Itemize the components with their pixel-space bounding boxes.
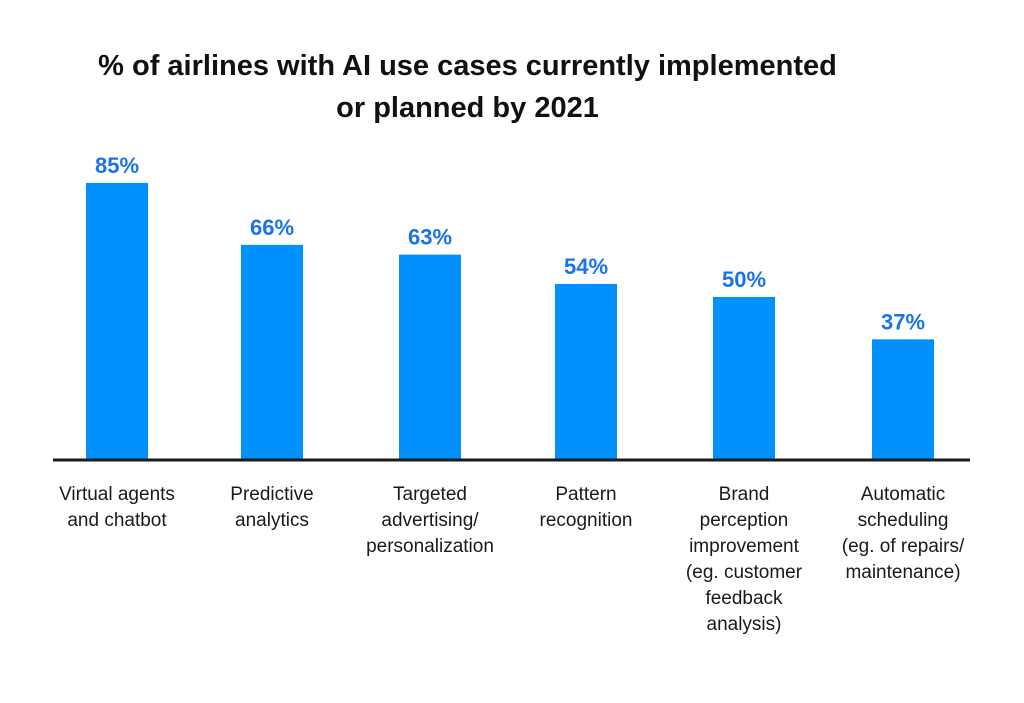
category-label-0: Virtual agents and chatbot <box>32 482 202 534</box>
category-label-5: Automatic scheduling (eg. of repairs/maint… <box>818 482 988 586</box>
bar-0 <box>86 182 148 460</box>
bar-2 <box>399 254 461 460</box>
category-label-line: Virtual agents <box>59 484 175 505</box>
category-label-3: Pattern recognition <box>501 482 671 534</box>
category-label-line: feedback <box>705 588 783 609</box>
value-label-2: 63% <box>408 225 452 250</box>
category-label-line: Pattern <box>555 484 617 505</box>
category-label-line: improvement <box>689 536 799 557</box>
bar-5 <box>872 339 934 460</box>
category-label-line: personalization <box>366 536 494 557</box>
bar-chart: 85% 66% 63% 54% 50% 37% <box>53 153 970 462</box>
category-label-line: (eg. of repairs/ <box>841 536 965 557</box>
category-label-line: Predictive <box>230 484 314 505</box>
bars-group <box>86 182 934 460</box>
value-label-4: 50% <box>722 267 766 292</box>
category-label-line: analysis) <box>706 614 782 635</box>
category-label-line: scheduling <box>857 510 949 531</box>
category-label-line: Brand <box>718 484 770 505</box>
category-label-2: Targeted advertising/personalization <box>345 482 515 560</box>
category-label-line: (eg. customer <box>685 562 803 583</box>
value-label-3: 54% <box>564 254 608 279</box>
bar-3 <box>555 283 617 460</box>
category-label-line: maintenance) <box>845 562 961 583</box>
category-label-line: and chatbot <box>67 510 167 531</box>
category-label-line: recognition <box>539 510 633 531</box>
value-labels-group: 85% 66% 63% 54% 50% 37% <box>95 153 925 334</box>
category-label-line: analytics <box>235 510 309 531</box>
value-label-0: 85% <box>95 153 139 178</box>
value-label-5: 37% <box>881 309 925 334</box>
value-label-1: 66% <box>250 215 294 240</box>
category-label-line: Targeted <box>393 484 467 505</box>
category-label-4: Brand perception improvement (eg. customer f… <box>659 482 829 638</box>
bar-4 <box>713 297 775 460</box>
category-label-1: Predictive analytics <box>187 482 357 534</box>
category-label-line: advertising/ <box>381 510 479 531</box>
bar-1 <box>241 244 303 460</box>
category-label-line: perception <box>699 510 789 531</box>
category-label-line: Automatic <box>860 484 946 505</box>
